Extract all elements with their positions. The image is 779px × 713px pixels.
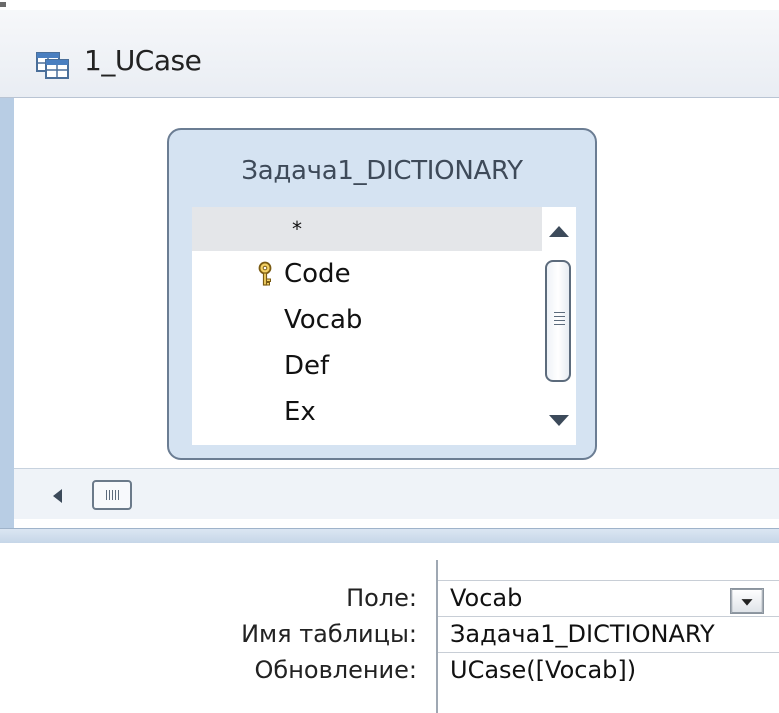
row-label-table: Имя таблицы:	[241, 620, 417, 648]
pane-left-edge	[0, 98, 14, 528]
pane-splitter[interactable]	[0, 528, 779, 544]
row-label-update: Обновление:	[254, 656, 417, 684]
top-strip	[0, 0, 779, 10]
title-bar: 1_UCase	[0, 0, 779, 98]
scroll-left-arrow-icon[interactable]	[50, 487, 64, 505]
field-row-code[interactable]: Code	[192, 253, 542, 297]
update-to-cell[interactable]: UCase([Vocab])	[438, 652, 779, 688]
field-label: Code	[284, 259, 351, 289]
field-row-def[interactable]: Def	[192, 345, 542, 389]
table-cell[interactable]: Задача1_DICTIONARY	[438, 616, 779, 652]
scroll-up-arrow-icon[interactable]	[542, 215, 576, 249]
field-label: Ex	[284, 397, 316, 427]
field-cell[interactable]: Vocab	[438, 580, 779, 616]
grid-column[interactable]: Vocab Задача1_DICTIONARY UCase([Vocab])	[436, 560, 779, 713]
corner-mark	[0, 2, 6, 7]
field-list-scrollbar[interactable]	[542, 207, 576, 445]
field-row-all[interactable]: *	[192, 207, 542, 251]
field-row-vocab[interactable]: Vocab	[192, 299, 542, 343]
table-field-list[interactable]: Задача1_DICTIONARY * Code Vocab Def Ex	[167, 128, 597, 460]
table-name[interactable]: Задача1_DICTIONARY	[169, 156, 595, 186]
row-label-field: Поле:	[346, 584, 417, 612]
field-label: *	[292, 217, 302, 241]
column-selector[interactable]	[438, 560, 779, 580]
design-pane-hscrollbar[interactable]	[14, 468, 779, 519]
field-row-ex[interactable]: Ex	[192, 391, 542, 435]
field-cell-value: Vocab	[450, 584, 523, 612]
dropdown-arrow-icon[interactable]	[730, 588, 764, 614]
query-icon	[36, 52, 69, 79]
hscroll-thumb[interactable]	[92, 480, 132, 510]
field-label: Vocab	[284, 305, 363, 335]
scroll-thumb[interactable]	[545, 260, 571, 382]
primary-key-icon	[258, 261, 272, 286]
scroll-down-arrow-icon[interactable]	[542, 403, 576, 437]
window-title: 1_UCase	[84, 44, 202, 77]
field-label: Def	[284, 351, 330, 381]
field-list[interactable]: * Code Vocab Def Ex	[192, 207, 542, 445]
